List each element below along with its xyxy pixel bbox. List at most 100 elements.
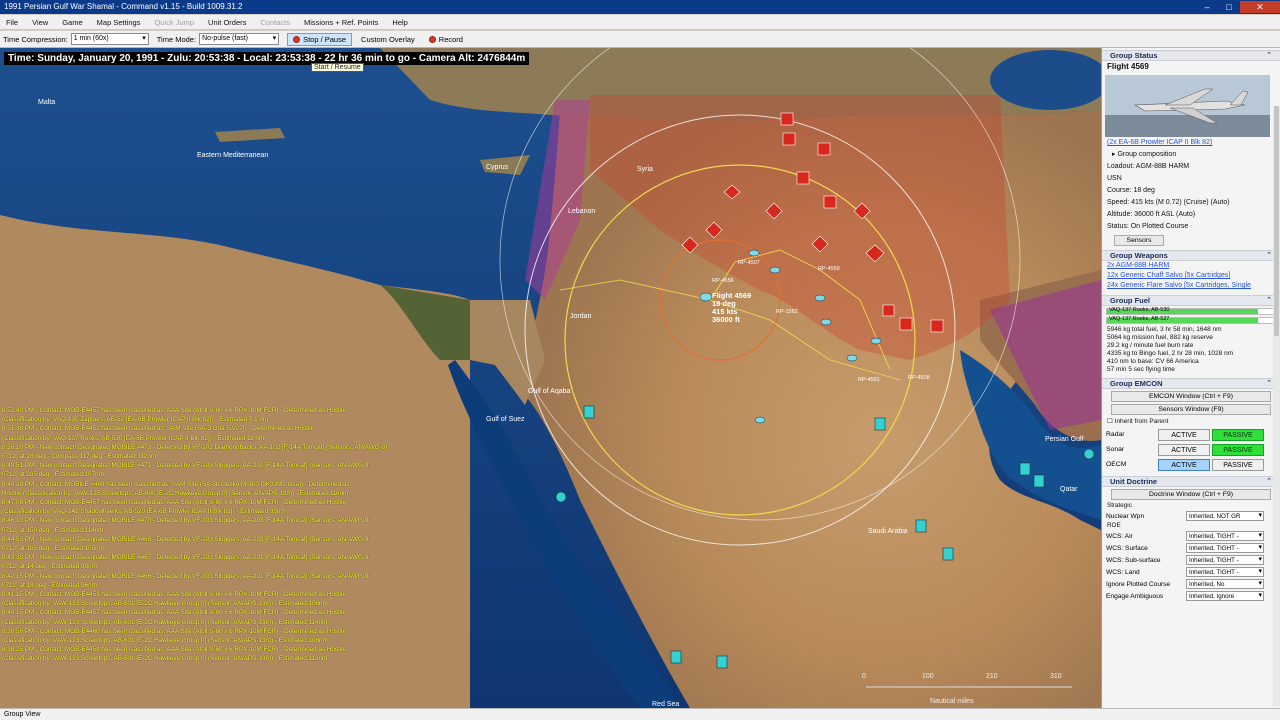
friendly-carrier[interactable] xyxy=(1083,448,1095,460)
time-status-line: Time: Sunday, January 20, 1991 - Zulu: 2… xyxy=(4,52,530,65)
doctrine-row-label: WCS: Air xyxy=(1106,532,1133,540)
doctrine-select[interactable]: Inherited, TIGHT - xyxy=(1186,555,1264,565)
doctrine-select[interactable]: Inherited, TIGHT - xyxy=(1186,543,1264,553)
record-label: Record xyxy=(438,34,463,44)
log-line: (Classification by: VAW-123 Screwtops, A… xyxy=(2,618,328,626)
radar-active-button[interactable]: ACTIVE xyxy=(1158,428,1210,441)
friendly-unit[interactable] xyxy=(583,405,595,419)
hostile-unit[interactable] xyxy=(782,132,796,146)
scale-tick: 0 xyxy=(862,673,866,680)
collapse-icon: ⌃ xyxy=(1266,52,1272,59)
group-fuel-header[interactable]: Group Fuel ⌃ xyxy=(1102,295,1280,306)
friendly-unit[interactable] xyxy=(670,650,682,664)
collapse-icon: ⌃ xyxy=(1266,252,1272,259)
menu-contacts[interactable]: Contacts xyxy=(260,18,290,27)
fuel-bar: VAQ-137 Rooks, AB-527 xyxy=(1106,316,1276,324)
radar-passive-button[interactable]: PASSIVE xyxy=(1212,428,1264,441)
friendly-unit[interactable] xyxy=(915,519,927,533)
friendly-unit[interactable] xyxy=(1033,474,1045,488)
group-emcon-header[interactable]: Group EMCON ⌃ xyxy=(1102,378,1280,389)
stop-pause-button[interactable]: Stop / Pause xyxy=(287,32,353,46)
log-line: 0712] at 285 deg - Estimated 107nm xyxy=(2,471,104,479)
hostile-unit[interactable] xyxy=(780,112,794,126)
scale-tick: 310 xyxy=(1050,673,1062,680)
menu-quick-jump[interactable]: Quick Jump xyxy=(154,18,194,27)
tactical-map[interactable]: Malta Eastern Mediterranean Cyprus Syria… xyxy=(0,48,1101,708)
doctrine-select[interactable]: Inherited, TIGHT - xyxy=(1186,531,1264,541)
log-line: (Classification by: VAQ-130 Zappers, AB-… xyxy=(2,416,269,424)
unit-doctrine-header[interactable]: Unit Doctrine ⌃ xyxy=(1102,476,1280,487)
friendly-unit[interactable] xyxy=(942,547,954,561)
friendly-unit[interactable] xyxy=(1019,462,1031,476)
oecm-active-button[interactable]: ACTIVE xyxy=(1158,458,1210,471)
loadout-text: Loadout: AGM-88B HARM xyxy=(1107,163,1190,170)
doctrine-select[interactable]: Inherited, Ignore xyxy=(1186,591,1264,601)
group-status-header[interactable]: Group Status ⌃ xyxy=(1102,50,1280,61)
time-mode-select[interactable]: No-pulse (fast) xyxy=(199,33,280,45)
group-weapons-header[interactable]: Group Weapons ⌃ xyxy=(1102,250,1280,261)
minimize-icon[interactable]: – xyxy=(1196,1,1218,13)
menu-map-settings[interactable]: Map Settings xyxy=(97,18,141,27)
sensors-window-button[interactable]: Sensors Window (F9) xyxy=(1111,404,1271,415)
group-composition-toggle[interactable]: ▸ Group composition xyxy=(1102,149,1280,161)
sonar-passive-button[interactable]: PASSIVE xyxy=(1212,443,1264,456)
weapon-item[interactable]: 12x Generic Chaff Salvo [5x Cartridges] xyxy=(1102,271,1280,281)
menu-bar: File View Game Map Settings Quick Jump U… xyxy=(0,15,1280,30)
custom-overlay-button[interactable]: Custom Overlay xyxy=(356,33,420,46)
menu-game[interactable]: Game xyxy=(62,18,82,27)
record-button[interactable]: Record xyxy=(424,33,468,46)
hostile-unit[interactable] xyxy=(817,142,831,156)
doctrine-window-button[interactable]: Doctrine Window (Ctrl + F9) xyxy=(1111,489,1271,500)
weapon-item[interactable]: 2x AGM-88B HARM xyxy=(1102,261,1280,271)
friendly-unit[interactable] xyxy=(874,417,886,431)
scrollbar-thumb[interactable] xyxy=(1274,106,1279,336)
doctrine-row: WCS: Sub-surface Inherited, TIGHT - xyxy=(1102,554,1280,566)
doctrine-select[interactable]: Inherited, TIGHT - xyxy=(1186,567,1264,577)
log-line: 8:48:28 PM - Contact: MOBILE #469 has be… xyxy=(2,480,350,488)
label-qatar: Qatar xyxy=(1060,486,1078,493)
menu-unit-orders[interactable]: Unit Orders xyxy=(208,18,246,27)
menu-view[interactable]: View xyxy=(32,18,48,27)
log-line: 8:50:10 PM - New contact! Designated MOB… xyxy=(2,443,388,451)
sensors-button[interactable]: Sensors xyxy=(1114,235,1164,246)
log-line: 0712] at 185 deg - Estimated 105nm xyxy=(2,545,104,553)
label-eastern-med: Eastern Mediterranean xyxy=(197,152,268,159)
menu-file[interactable]: File xyxy=(6,18,18,27)
time-compression-select[interactable]: 1 min (60x) xyxy=(70,33,149,45)
doctrine-select[interactable]: Inherited, No xyxy=(1186,579,1264,589)
label-syria: Syria xyxy=(637,166,653,173)
close-icon[interactable]: ✕ xyxy=(1240,1,1280,13)
aircraft-marker[interactable] xyxy=(870,337,882,345)
aircraft-marker[interactable] xyxy=(748,249,760,257)
hostile-unit[interactable] xyxy=(930,319,944,333)
sonar-active-button[interactable]: ACTIVE xyxy=(1158,443,1210,456)
hostile-unit[interactable] xyxy=(823,195,837,209)
hostile-unit[interactable] xyxy=(899,317,913,331)
label-red-sea: Red Sea xyxy=(652,701,679,708)
scale-tick: 100 xyxy=(922,673,934,680)
menu-help[interactable]: Help xyxy=(392,18,407,27)
maximize-icon[interactable]: □ xyxy=(1218,1,1240,13)
aircraft-type-link[interactable]: (2x EA-6B Prowler ICAP II Blk 82) xyxy=(1102,137,1280,149)
oecm-passive-button[interactable]: PASSIVE xyxy=(1212,458,1264,471)
aircraft-marker[interactable] xyxy=(769,266,781,274)
hostile-unit[interactable] xyxy=(796,171,810,185)
friendly-carrier[interactable] xyxy=(555,491,567,503)
menu-missions[interactable]: Missions + Ref. Points xyxy=(304,18,378,27)
aircraft-marker[interactable] xyxy=(846,354,858,362)
aircraft-marker[interactable] xyxy=(814,294,826,302)
log-line: 8:46:10 PM - New contact! Designated MOB… xyxy=(2,517,369,525)
aircraft-marker[interactable] xyxy=(754,416,766,424)
inherit-checkbox[interactable]: ☐ Inherit from Parent xyxy=(1102,417,1280,427)
doctrine-row-label: WCS: Land xyxy=(1106,568,1140,576)
aircraft-marker[interactable] xyxy=(820,318,832,326)
selected-flight-marker[interactable] xyxy=(699,292,713,302)
message-log: 8:52:49 PM - Contact: MOB-E4457 has been… xyxy=(2,406,428,708)
hostile-unit[interactable] xyxy=(882,304,895,317)
weapon-item[interactable]: 24x Generic Flare Salvo [5x Cartridges, … xyxy=(1102,281,1280,291)
emcon-window-button[interactable]: EMCON Window (Ctrl + F9) xyxy=(1111,391,1271,402)
friendly-unit[interactable] xyxy=(716,655,728,669)
doctrine-select[interactable]: Inherited, NOT GR xyxy=(1186,511,1264,521)
label-gulf-aqaba: Gulf of Aqaba xyxy=(528,388,571,395)
panel-scrollbar[interactable] xyxy=(1273,106,1280,706)
